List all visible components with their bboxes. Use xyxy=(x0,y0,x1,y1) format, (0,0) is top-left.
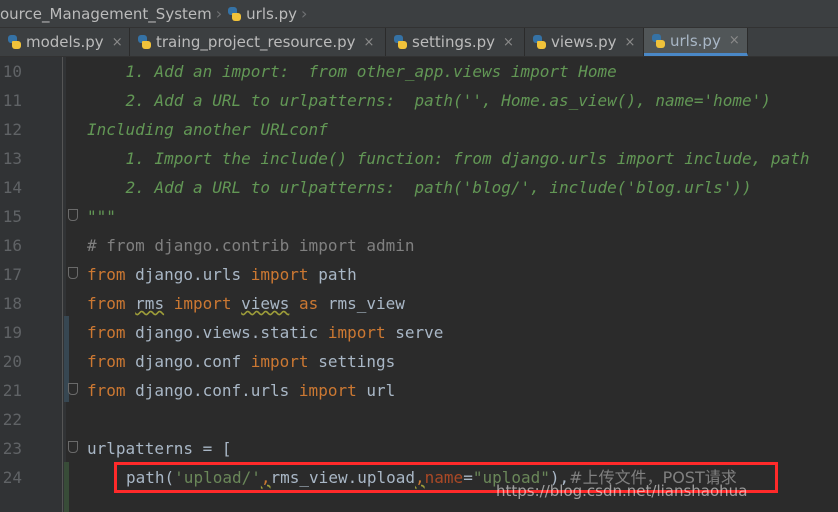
imported-name: path xyxy=(308,265,357,284)
tab-settings[interactable]: settings.py × xyxy=(386,28,525,56)
line-number: 16 xyxy=(2,236,22,255)
code-line: 17 from django.urls import path xyxy=(0,260,838,289)
keyword-from: from xyxy=(87,323,126,342)
docstring-text: 1. Add an import: from other_app.views i… xyxy=(87,62,617,81)
line-number: 20 xyxy=(2,352,22,371)
code-line: 22 xyxy=(0,405,838,434)
breadcrumb-file-label: urls.py xyxy=(246,4,297,23)
python-file-icon xyxy=(650,33,666,49)
docstring-text: Including another URLconf xyxy=(87,120,328,139)
keyword-import: import xyxy=(327,323,386,342)
tab-views[interactable]: views.py × xyxy=(525,28,644,56)
close-icon[interactable]: × xyxy=(729,33,740,48)
keyword-import: import xyxy=(298,381,357,400)
line-number: 10 xyxy=(2,62,22,81)
keyword-from: from xyxy=(87,352,126,371)
tab-models[interactable]: models.py × xyxy=(0,28,130,56)
import-statement: from django.views.static import serve xyxy=(87,318,443,347)
imported-name: url xyxy=(356,381,396,400)
line-number: 15 xyxy=(2,207,22,226)
code-line: 12 Including another URLconf xyxy=(0,115,838,144)
module-name: django.conf xyxy=(125,352,251,371)
keyword-import: import xyxy=(250,265,309,284)
module-name: rms xyxy=(135,294,165,313)
line-number: 17 xyxy=(2,265,22,284)
line-number: 12 xyxy=(2,120,22,139)
close-icon[interactable]: × xyxy=(503,35,514,50)
module-name: django.conf.urls xyxy=(125,381,299,400)
keyword-from: from xyxy=(87,294,126,313)
tab-traing-project-resource[interactable]: traing_project_resource.py × xyxy=(130,28,386,56)
close-icon[interactable]: × xyxy=(112,35,123,50)
code-line: 13 1. Import the include() function: fro… xyxy=(0,144,838,173)
imported-name: views xyxy=(241,294,290,313)
breadcrumb-project-label: ource_Management_System xyxy=(0,4,212,23)
tab-label: urls.py xyxy=(670,31,721,50)
imported-name: serve xyxy=(385,323,444,342)
line-number: 22 xyxy=(2,410,22,429)
breadcrumb-file[interactable]: urls.py xyxy=(226,0,297,27)
line-number: 24 xyxy=(2,468,22,487)
module-name: django.views.static xyxy=(125,323,328,342)
tab-label: views.py xyxy=(551,33,617,51)
line-number: 13 xyxy=(2,149,22,168)
imported-name: settings xyxy=(308,352,396,371)
urlpatterns-assignment: urlpatterns = [ xyxy=(87,439,232,458)
keyword-from: from xyxy=(87,381,126,400)
import-statement: from django.urls import path xyxy=(87,260,357,289)
tab-label: models.py xyxy=(26,33,104,51)
tab-label: traing_project_resource.py xyxy=(156,33,356,51)
docstring-end: """ xyxy=(87,207,116,226)
keyword-import: import xyxy=(250,352,309,371)
code-line: 21 from django.conf.urls import url xyxy=(0,376,838,405)
code-line: 15 """ xyxy=(0,202,838,231)
line-number: 21 xyxy=(2,381,22,400)
code-line: 20 from django.conf import settings xyxy=(0,347,838,376)
python-file-icon xyxy=(392,34,408,50)
line-number: 19 xyxy=(2,323,22,342)
close-icon[interactable]: × xyxy=(364,35,375,50)
code-line: 14 2. Add a URL to urlpatterns: path('bl… xyxy=(0,173,838,202)
breadcrumb-project[interactable]: ource_Management_System xyxy=(0,0,212,27)
code-line: 16 # from django.contrib import admin xyxy=(0,231,838,260)
breadcrumb: ource_Management_System › urls.py › xyxy=(0,0,838,28)
code-line: 19 from django.views.static import serve xyxy=(0,318,838,347)
line-number: 23 xyxy=(2,439,22,458)
python-file-icon xyxy=(531,34,547,50)
import-statement: from django.conf.urls import url xyxy=(87,376,395,405)
tab-label: settings.py xyxy=(412,33,495,51)
docstring-text: 2. Add a URL to urlpatterns: path('', Ho… xyxy=(87,91,771,110)
comment-text: # from django.contrib import admin xyxy=(87,236,415,255)
docstring-text: 1. Import the include() function: from d… xyxy=(87,149,810,168)
import-statement: from rms import views as rms_view xyxy=(87,289,405,318)
chevron-right-icon: › xyxy=(215,4,223,23)
watermark: https://blog.csdn.net/lianshaohua xyxy=(496,482,748,500)
python-file-icon xyxy=(136,34,152,50)
line-number: 18 xyxy=(2,294,22,313)
module-name: django.urls xyxy=(125,265,251,284)
chevron-right-icon: › xyxy=(300,4,308,23)
keyword-as: as xyxy=(298,294,319,313)
code-line: 23 urlpatterns = [ xyxy=(0,434,838,463)
import-statement: from django.conf import settings xyxy=(87,347,395,376)
keyword-import: import xyxy=(173,294,232,313)
python-file-icon xyxy=(6,34,22,50)
code-line: 10 1. Add an import: from other_app.view… xyxy=(0,57,838,86)
docstring-text: 2. Add a URL to urlpatterns: path('blog/… xyxy=(87,178,752,197)
close-icon[interactable]: × xyxy=(625,35,636,50)
line-number: 14 xyxy=(2,178,22,197)
code-line: 18 from rms import views as rms_view xyxy=(0,289,838,318)
keyword-from: from xyxy=(87,265,126,284)
code-line: 11 2. Add a URL to urlpatterns: path('',… xyxy=(0,86,838,115)
alias-name: rms_view xyxy=(318,294,405,313)
python-file-icon xyxy=(226,6,242,22)
line-number: 11 xyxy=(2,91,22,110)
tab-urls[interactable]: urls.py × xyxy=(644,28,748,56)
editor-tabs: models.py × traing_project_resource.py ×… xyxy=(0,28,838,57)
